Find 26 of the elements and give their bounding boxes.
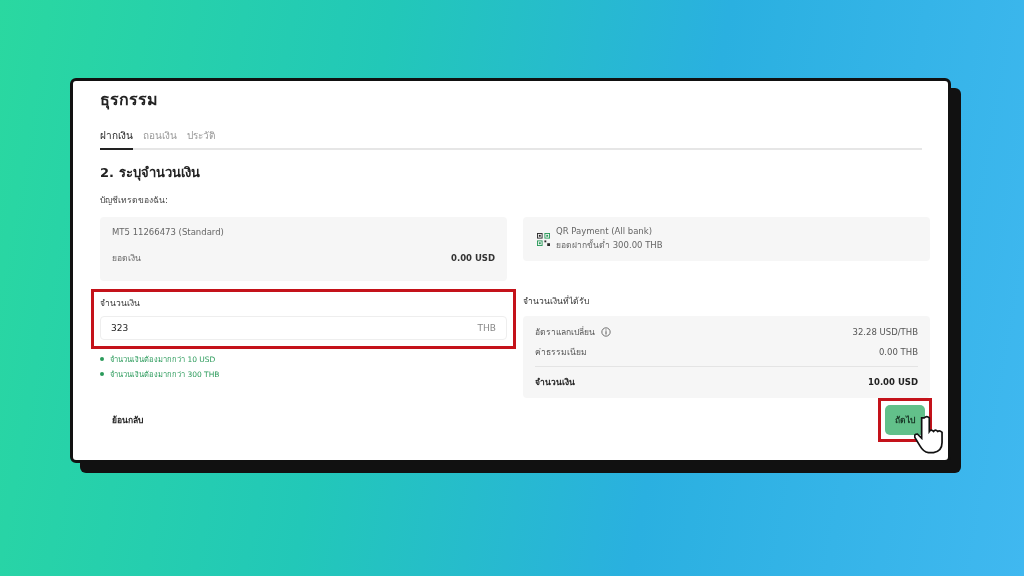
account-card[interactable]: MT5 11266473 (Standard) ยอดเงิน 0.00 USD	[100, 217, 507, 281]
summary-label: ค่าธรรมเนียม	[535, 346, 587, 359]
tab[interactable]: ฝากเงิน	[100, 126, 133, 150]
next-button[interactable]: ถัดไป	[885, 405, 925, 435]
balance-label: ยอดเงิน	[112, 252, 141, 265]
summary-label: จำนวนเงิน	[535, 376, 575, 389]
summary-label: อัตราแลกเปลี่ยน	[535, 325, 595, 339]
hint-dot-icon	[100, 357, 104, 361]
minimum-deposit: ยอดฝากขั้นต่ำ 300.00 THB	[556, 238, 663, 252]
summary-value: 10.00 USD	[868, 377, 918, 387]
page-title: ธุรกรรม	[100, 89, 159, 112]
summary-value: 32.28 USD/THB	[852, 327, 918, 337]
summary-value: 0.00 THB	[878, 347, 918, 357]
balance-value: 0.00 USD	[451, 253, 495, 263]
account-name: MT5 11266473 (Standard)	[112, 227, 225, 237]
step-title: 2. ระบุจำนวนเงิน	[100, 164, 201, 183]
received-title: จำนวนเงินที่ได้รับ	[523, 294, 590, 308]
info-icon[interactable]	[601, 327, 611, 337]
qr-code-icon	[537, 232, 550, 246]
amount-input-field[interactable]: 323 THB	[100, 316, 507, 340]
payment-method-card[interactable]: QR Payment (All bank) ยอดฝากขั้นต่ำ 300.00 THB	[523, 217, 930, 261]
amount-label: จำนวนเงิน	[100, 297, 141, 310]
account-label: บัญชีเทรดของฉัน:	[100, 194, 169, 207]
hint-dot-icon	[100, 372, 104, 376]
payment-method-name: QR Payment (All bank)	[556, 226, 653, 236]
back-button[interactable]: ย้อนกลับ	[100, 413, 143, 427]
